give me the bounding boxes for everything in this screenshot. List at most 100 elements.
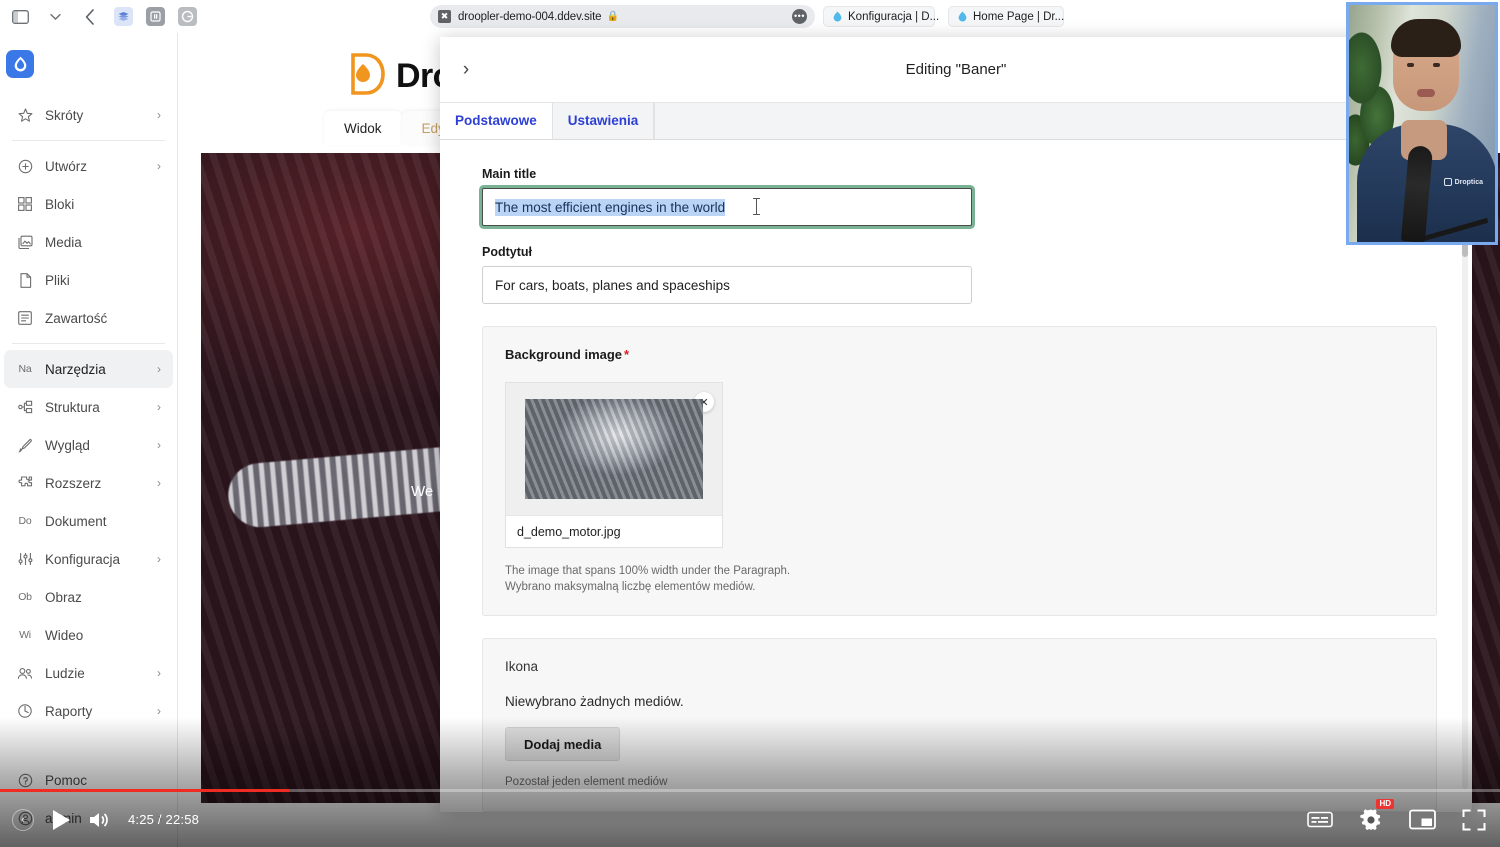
modal-body: Main title The most efficient engines in… [440, 141, 1472, 812]
play-icon[interactable] [50, 808, 72, 832]
volume-icon[interactable] [88, 810, 112, 830]
webcam-brand-text: Droptica [1454, 178, 1483, 186]
main-title-input[interactable]: The most efficient engines in the world [482, 188, 972, 226]
chevron-right-icon: › [157, 362, 161, 376]
text-placeholder-icon: Ob [18, 591, 32, 603]
page-menu-dots: ••• [794, 11, 805, 21]
sidebar-item-obraz[interactable]: Ob Obraz [4, 578, 173, 616]
droptica-mark-icon [1443, 178, 1452, 186]
background-image-label-text: Background image [505, 347, 623, 362]
main-title-value: The most efficient engines in the world [495, 198, 726, 216]
lock-icon: 🔒 [606, 11, 619, 22]
chevron-right-icon: › [157, 666, 161, 680]
fullscreen-icon[interactable] [1462, 809, 1486, 831]
previous-icon[interactable]: ‹ [12, 808, 34, 831]
webcam-overlay: Droptica [1346, 2, 1498, 245]
chevron-right-icon: › [157, 552, 161, 566]
text-placeholder-icon: Wi [19, 629, 31, 641]
hint-line-1: The image that spans 100% width under th… [505, 565, 791, 577]
media-item-tile[interactable]: ✕ d_demo_motor.jpg [505, 382, 723, 548]
brush-icon [16, 438, 34, 453]
player-controls-left: ‹ 4:25 / 22:58 [0, 808, 199, 832]
media-file-name: d_demo_motor.jpg [506, 515, 722, 547]
background-image-hint: The image that spans 100% width under th… [505, 564, 1414, 595]
page-area: Skróty › Utwórz › Bloki Media Pliki Zawa… [0, 33, 1500, 847]
browser-tab-konfiguracja[interactable]: Konfiguracja | D... [823, 6, 939, 27]
text-cursor-icon [753, 198, 760, 215]
sidebar-item-label: Zawartość [45, 310, 108, 326]
settings-gear-icon[interactable]: HD [1359, 798, 1394, 832]
sidebar-item-rozszerz[interactable]: Rozszerz › [4, 464, 173, 502]
reports-icon [16, 704, 34, 718]
sidebar-item-label: Narzędzia [45, 361, 106, 377]
webcam-person-mouth [1417, 89, 1435, 97]
sidebar-item-konfiguracja[interactable]: Konfiguracja › [4, 540, 173, 578]
sidebar-item-pliki[interactable]: Pliki [4, 261, 173, 299]
player-controls: ‹ 4:25 / 22:58 HD [0, 792, 1500, 847]
sidebar-item-media[interactable]: Media [4, 223, 173, 261]
ikona-label: Ikona [505, 659, 539, 675]
extension-grammarly-icon[interactable] [178, 7, 197, 26]
sidebar-item-wideo[interactable]: Wi Wideo [4, 616, 173, 654]
required-marker: * [624, 347, 630, 362]
extension-pause-icon[interactable] [146, 7, 165, 26]
address-url: droopler-demo-004.ddev.site [458, 10, 602, 23]
drupal-drop-icon [957, 11, 968, 22]
sidebar-item-label: Media [45, 234, 82, 250]
chevron-right-icon: › [157, 438, 161, 452]
droopler-drop-logo [349, 53, 387, 100]
media-thumbnail [525, 399, 703, 499]
sidebar-item-zawartosc[interactable]: Zawartość [4, 299, 173, 337]
chevron-right-icon: › [157, 159, 161, 173]
sidebar-group-2: Na Narzędzia › Struktura › Wygląd › Rozs… [0, 350, 177, 730]
subtitle-value: For cars, boats, planes and spaceships [495, 277, 730, 293]
screenshot-root: ✖ droopler-demo-004.ddev.site 🔒 ••• Konf… [0, 0, 1500, 847]
close-icon[interactable]: ✖ [438, 10, 451, 23]
help-circle-icon [16, 773, 34, 788]
webcam-person-eye-left [1407, 63, 1414, 67]
sidebar-item-wyglad[interactable]: Wygląd › [4, 426, 173, 464]
page-menu-icon[interactable]: ••• [792, 9, 807, 24]
sidebar-item-raporty[interactable]: Raporty › [4, 692, 173, 730]
webcam-person-hair [1391, 19, 1461, 57]
editing-modal-dialog: › Editing "Baner" Podstawowe Ustawienia … [440, 37, 1472, 812]
modal-header: › Editing "Baner" [440, 37, 1472, 103]
sidebar-group-0: Skróty › [0, 96, 177, 134]
sidebar-item-bloki[interactable]: Bloki [4, 185, 173, 223]
sidebar-item-ludzie[interactable]: Ludzie › [4, 654, 173, 692]
drupal-logo-icon[interactable] [6, 50, 34, 78]
sidebar-item-utworz[interactable]: Utwórz › [4, 147, 173, 185]
field-label: Main title [482, 167, 537, 181]
captions-icon[interactable] [1307, 810, 1333, 829]
address-bar[interactable]: ✖ droopler-demo-004.ddev.site 🔒 ••• [430, 5, 815, 28]
sidebar-item-skroty[interactable]: Skróty › [4, 96, 173, 134]
sidebar-item-dokument[interactable]: Do Dokument [4, 502, 173, 540]
tab-ustawienia[interactable]: Ustawienia [552, 102, 655, 139]
tab-podstawowe[interactable]: Podstawowe [440, 102, 553, 139]
sidebar-item-label: Bloki [45, 196, 75, 212]
browser-tab-home-page[interactable]: Home Page | Dr... [948, 6, 1064, 27]
sidebar-item-label: Wygląd [45, 437, 90, 453]
extension-blue-icon[interactable] [114, 7, 133, 26]
miniplayer-icon[interactable] [1409, 809, 1436, 830]
sidebar-item-struktura[interactable]: Struktura › [4, 388, 173, 426]
chevron-right-icon: › [157, 400, 161, 414]
webcam-person-eye-right [1433, 63, 1440, 67]
chevron-right-icon: › [157, 704, 161, 718]
subtitle-input[interactable]: For cars, boats, planes and spaceships [482, 266, 972, 304]
browser-toolbar: ✖ droopler-demo-004.ddev.site 🔒 ••• Konf… [0, 0, 1500, 33]
modal-title: Editing "Baner" [905, 61, 1007, 78]
sidebar-item-label: Wideo [45, 627, 84, 643]
player-time-display: 4:25 / 22:58 [128, 812, 200, 827]
sidebar-item-label: Struktura [45, 399, 100, 415]
text-placeholder-icon: Do [18, 515, 32, 527]
sidebar-toggle-icon[interactable] [9, 6, 31, 28]
back-arrow-icon[interactable] [79, 6, 101, 28]
site-tab-widok[interactable]: Widok [324, 111, 402, 145]
media-image-icon [16, 235, 34, 249]
sidebar-item-narzedzia[interactable]: Na Narzędzia › [4, 350, 173, 388]
chevron-down-icon[interactable] [44, 6, 66, 28]
dodaj-media-button[interactable]: Dodaj media [505, 727, 621, 762]
sidebar-item-label: Pomoc [45, 772, 88, 788]
chevron-right-icon[interactable]: › [440, 59, 492, 81]
